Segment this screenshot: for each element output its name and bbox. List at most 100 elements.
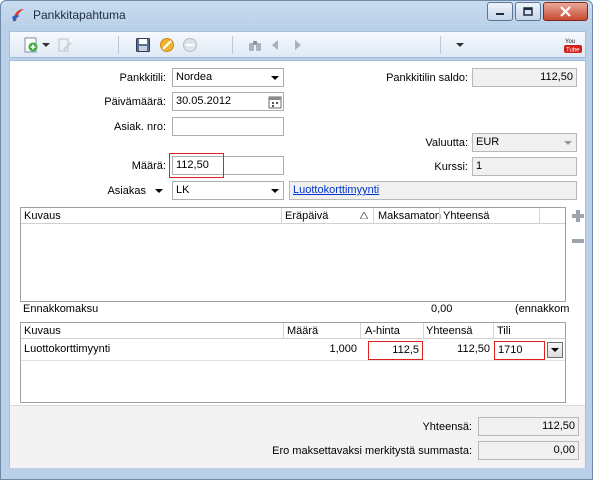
row-ahinta: 112,5 — [392, 344, 419, 356]
cancel-icon — [160, 38, 174, 52]
form-area: Pankkitili: Nordea Päivämäärä: 30.05.201… — [9, 60, 586, 468]
edit-button[interactable] — [56, 36, 74, 54]
add-document-icon — [24, 37, 38, 53]
asiak-nro-field[interactable] — [172, 117, 284, 136]
asiakas-dropdown-label[interactable]: Asiakas — [20, 181, 168, 201]
footer-area: Yhteensä: 112,50 Ero maksettavaksi merki… — [10, 405, 585, 468]
new-dropdown-button[interactable] — [41, 36, 51, 54]
plus-icon — [572, 210, 584, 222]
minimize-button[interactable] — [487, 2, 513, 21]
close-icon — [560, 6, 571, 17]
customer-link-box: Luottokorttimyynti — [289, 181, 577, 200]
saldo-value: 112,50 — [540, 71, 573, 83]
title-bar[interactable]: Pankkitapahtuma — [1, 1, 592, 28]
remove-row-button[interactable] — [571, 234, 585, 248]
row-ahinta-field[interactable]: 112,5 — [368, 341, 423, 360]
minus-circle-icon — [183, 38, 197, 52]
youtube-you: You — [565, 39, 575, 45]
chevron-down-icon — [155, 189, 163, 193]
save-icon — [136, 38, 150, 52]
sort-arrow-icon — [360, 212, 368, 219]
new-button[interactable] — [22, 36, 40, 54]
youtube-icon: You Tube — [564, 39, 582, 54]
maximize-button[interactable] — [515, 2, 541, 21]
next-button[interactable] — [291, 36, 305, 54]
arrow-right-icon — [295, 40, 301, 50]
youtube-button[interactable]: You Tube — [564, 36, 582, 54]
valuutta-value: EUR — [476, 136, 500, 148]
close-button[interactable] — [543, 2, 588, 21]
dialog-window: Pankkitapahtuma You Tube Pankkitili: Nor… — [0, 0, 593, 480]
calendar-button[interactable] — [267, 93, 283, 110]
remove-button[interactable] — [181, 36, 199, 54]
maara-label: Määrä: — [131, 160, 166, 172]
luottokorttimyynti-link[interactable]: Luottokorttimyynti — [293, 184, 379, 196]
saldo-field: 112,50 — [472, 68, 577, 87]
ennakkomaksu-label: Ennakkomaksu — [23, 303, 99, 315]
col-kuvaus[interactable]: Kuvaus — [24, 325, 61, 337]
asiak-nro-label: Asiak. nro: — [114, 121, 166, 133]
maximize-icon — [523, 6, 533, 16]
col-yhteensa[interactable]: Yhteensä — [426, 325, 472, 337]
chevron-down-icon — [456, 43, 464, 47]
arrow-left-icon — [272, 40, 278, 50]
row-yhteensa: 112,50 — [457, 343, 490, 355]
pankkitili-select[interactable]: Nordea — [172, 68, 284, 87]
yhteensa-label: Yhteensä: — [422, 421, 472, 433]
toolbar: You Tube — [9, 31, 586, 58]
chevron-down-icon — [271, 76, 279, 80]
col-ahinta[interactable]: A-hinta — [365, 325, 400, 337]
chevron-down-icon — [564, 141, 572, 145]
pankkitili-label: Pankkitili: — [119, 72, 166, 84]
minimize-icon — [496, 12, 504, 15]
rows-grid-header: Kuvaus Määrä A-hinta Yhteensä Tili — [21, 323, 565, 339]
previous-button[interactable] — [268, 36, 282, 54]
chevron-down-icon — [42, 43, 50, 47]
add-row-button[interactable] — [571, 209, 585, 223]
col-maksamaton[interactable]: Maksamaton — [378, 210, 441, 222]
asiakas-label: Asiakas — [107, 185, 146, 197]
col-maara[interactable]: Määrä — [287, 325, 318, 337]
minus-icon — [572, 239, 584, 243]
invoice-grid-header: Kuvaus Eräpäivä Maksamaton Yhteensä — [21, 208, 565, 224]
edit-icon — [58, 38, 72, 52]
app-logo-icon — [12, 9, 24, 22]
youtube-tube: Tube — [566, 48, 580, 54]
paivamaara-label: Päivämäärä: — [104, 96, 166, 108]
chevron-down-icon — [271, 189, 279, 193]
maara-highlight — [169, 153, 224, 178]
chevron-down-icon — [551, 347, 559, 352]
row-tili: 1710 — [498, 344, 523, 356]
row-maara: 1,000 — [329, 343, 357, 355]
invoice-grid: Kuvaus Eräpäivä Maksamaton Yhteensä — [20, 207, 566, 302]
tili-dropdown-button[interactable] — [547, 342, 563, 358]
more-dropdown-button[interactable] — [454, 36, 466, 54]
find-button[interactable] — [246, 36, 264, 54]
ennakkomaksu-row: Ennakkomaksu 0,00 (ennakkom — [20, 298, 580, 318]
ero-field: 0,00 — [478, 441, 579, 460]
calendar-icon — [268, 96, 282, 108]
valuutta-select[interactable]: EUR — [472, 133, 577, 152]
cancel-button[interactable] — [158, 36, 176, 54]
kurssi-field: 1 — [472, 157, 577, 176]
yhteensa-field: 112,50 — [478, 417, 579, 436]
table-row[interactable]: Luottokorttimyynti 1,000 112,5 112,50 17… — [21, 340, 565, 361]
saldo-label: Pankkitilin saldo: — [386, 72, 468, 84]
yhteensa-value: 112,50 — [542, 420, 575, 432]
col-erapaiva[interactable]: Eräpäivä — [285, 210, 328, 222]
col-tili[interactable]: Tili — [497, 325, 511, 337]
ennakkomaksu-note: (ennakkom — [515, 303, 570, 315]
binoculars-icon — [249, 41, 261, 51]
ennakkomaksu-value: 0,00 — [431, 303, 453, 315]
row-tili-field[interactable]: 1710 — [494, 341, 545, 360]
valuutta-label: Valuutta: — [425, 137, 468, 149]
col-kuvaus[interactable]: Kuvaus — [24, 210, 61, 222]
col-yhteensa[interactable]: Yhteensä — [443, 210, 489, 222]
kurssi-label: Kurssi: — [434, 161, 468, 173]
asiakas-select[interactable]: LK — [172, 181, 284, 200]
ero-label: Ero maksettavaksi merkitystä summasta: — [272, 445, 472, 457]
save-button[interactable] — [134, 36, 152, 54]
rows-grid: Kuvaus Määrä A-hinta Yhteensä Tili Luott… — [20, 322, 566, 403]
paivamaara-value: 30.05.2012 — [176, 95, 232, 107]
asiakas-value: LK — [176, 184, 190, 196]
